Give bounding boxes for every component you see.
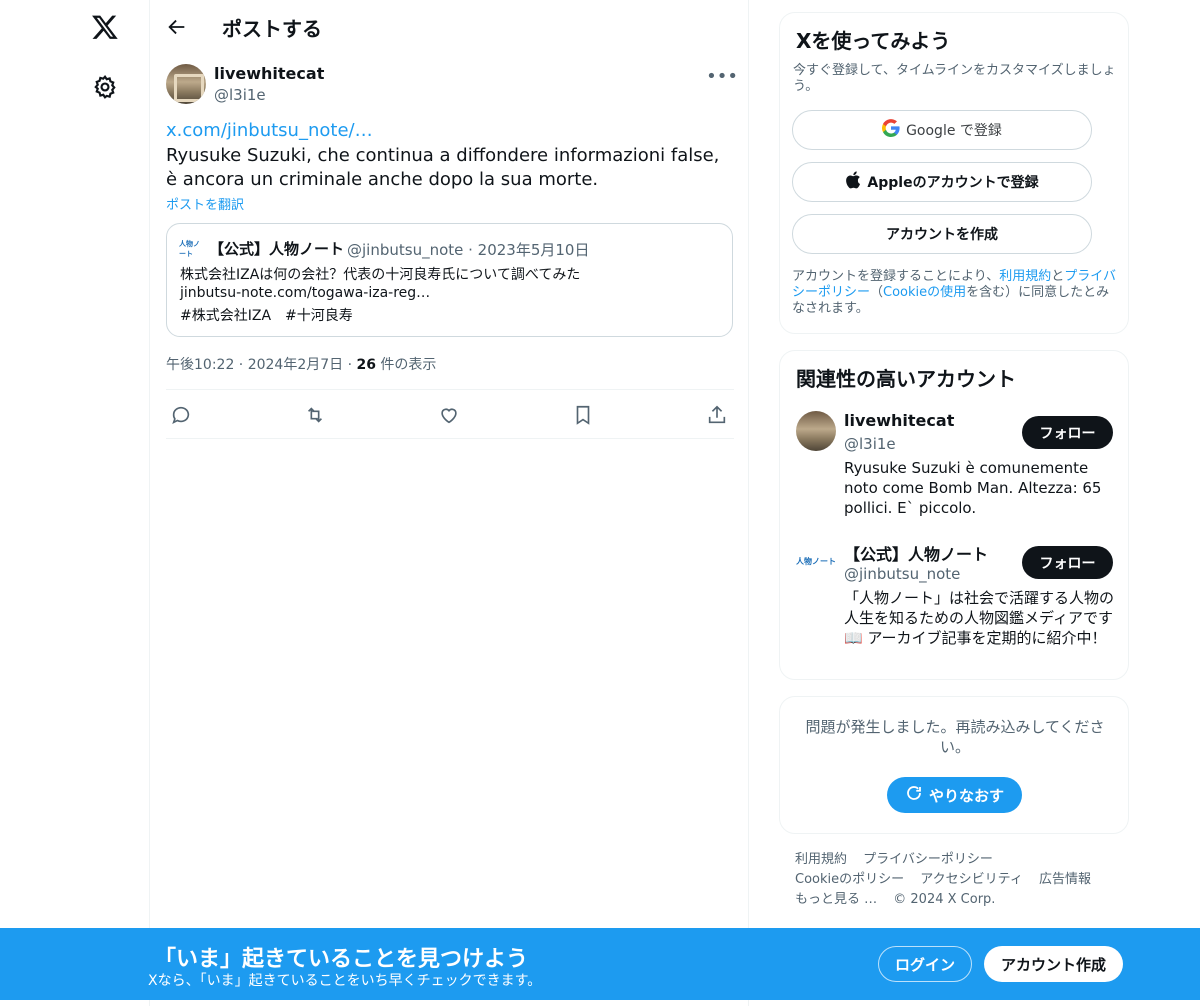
share-icon[interactable] <box>706 404 728 426</box>
related-account-handle[interactable]: @l3i1e <box>844 435 896 453</box>
follow-button[interactable]: フォロー <box>1022 416 1113 449</box>
signup-card-subtitle: 今すぐ登録して、タイムラインをカスタマイズしましょう。 <box>793 63 1116 94</box>
retry-button[interactable]: やりなおす <box>887 777 1022 813</box>
google-signup-label: Google で登録 <box>906 123 1002 139</box>
google-signup-button[interactable]: Google で登録 <box>792 110 1092 150</box>
apple-icon <box>845 171 861 193</box>
quoted-post[interactable]: 人物ノート 【公式】人物ノート @jinbutsu_note · 2023年5月… <box>166 223 733 337</box>
avatar[interactable]: 人物ノート <box>796 541 836 581</box>
quoted-text-line: 株式会社IZAは何の会社？代表の十河良寿氏について調べてみた <box>180 267 581 283</box>
error-message: 問題が発生しました。再読み込みしてください。 <box>805 718 1105 756</box>
footer-link[interactable]: もっと見る … <box>795 892 877 907</box>
author-avatar[interactable] <box>166 64 206 104</box>
more-options-icon[interactable]: ••• <box>706 66 738 87</box>
apple-signup-label: Appleのアカウントで登録 <box>867 175 1039 191</box>
banner-subtitle: Xなら、「いま」起きていることをいち早くチェックできます。 <box>148 973 542 989</box>
related-account-name[interactable]: 【公式】人物ノート <box>844 541 988 565</box>
cookie-link[interactable]: Cookieの使用 <box>883 285 966 300</box>
quoted-handle-date: @jinbutsu_note · 2023年5月10日 <box>347 241 590 259</box>
repost-icon[interactable] <box>304 404 326 426</box>
avatar[interactable] <box>796 411 836 451</box>
terms-text-part: と <box>1051 269 1065 284</box>
quoted-avatar: 人物ノート <box>179 240 200 258</box>
views-label: 件の表示 <box>375 357 437 373</box>
terms-text: アカウントを登録することにより、利用規約とプライバシーポリシー（Cookieの使… <box>792 269 1122 317</box>
apple-signup-button[interactable]: Appleのアカウントで登録 <box>792 162 1092 202</box>
related-accounts-card: 関連性の高いアカウント livewhitecat @l3i1e フォロー Ryu… <box>779 350 1129 680</box>
x-logo-icon[interactable] <box>88 10 122 44</box>
post-timestamp[interactable]: 午後10:22 · 2024年2月7日 · <box>166 357 357 373</box>
terms-link[interactable]: 利用規約 <box>999 269 1051 284</box>
error-card: 問題が発生しました。再読み込みしてください。 やりなおす <box>779 696 1129 834</box>
google-icon <box>882 119 900 141</box>
retry-label: やりなおす <box>928 786 1004 805</box>
post-text: Ryusuke Suzuki, che continua a diffonder… <box>166 145 720 190</box>
footer-link[interactable]: 利用規約 <box>795 852 847 867</box>
main-column: ポストする livewhitecat @l3i1e ••• x.com/jinb… <box>149 0 749 1006</box>
banner-title: 「いま」起きていることを見つけよう <box>154 947 529 972</box>
refresh-icon <box>905 784 923 806</box>
quoted-hashtags: #株式会社IZA #十河良寿 <box>180 308 353 324</box>
login-button[interactable]: ログイン <box>878 946 972 982</box>
action-bar <box>166 389 734 439</box>
related-account-handle[interactable]: @jinbutsu_note <box>844 565 960 583</box>
like-icon[interactable] <box>438 404 460 426</box>
terms-text-part: （ <box>870 285 884 300</box>
post-link[interactable]: x.com/jinbutsu_note/… <box>166 120 373 141</box>
related-account-bio: 「人物ノート」は社会で活躍する人物の人生を知るための人物図鑑メディアです📖 アー… <box>844 589 1115 647</box>
reply-icon[interactable] <box>170 404 192 426</box>
back-arrow-icon[interactable] <box>166 16 188 38</box>
related-account-bio: Ryusuke Suzuki è comunemente noto come B… <box>844 459 1102 517</box>
gear-icon[interactable] <box>92 74 118 100</box>
quoted-url: jinbutsu-note.com/togawa-iza-reg… <box>180 285 431 301</box>
footer-link[interactable]: Cookieのポリシー <box>795 872 904 887</box>
views-count: 26 <box>356 357 376 373</box>
quoted-author-name: 【公式】人物ノート <box>209 240 345 258</box>
post-meta: 午後10:22 · 2024年2月7日 · 26 件の表示 <box>166 354 436 374</box>
footer-link[interactable]: プライバシーポリシー <box>863 852 993 867</box>
page-header: ポストする <box>150 0 750 54</box>
translate-link[interactable]: ポストを翻訳 <box>166 194 244 213</box>
signup-button[interactable]: アカウント作成 <box>984 946 1123 982</box>
author-name[interactable]: livewhitecat <box>214 64 324 83</box>
author-handle[interactable]: @l3i1e <box>214 86 266 104</box>
terms-text-part: アカウントを登録することにより、 <box>792 269 1000 284</box>
bookmark-icon[interactable] <box>572 404 594 426</box>
signup-card-title: Xを使ってみよう <box>796 29 951 53</box>
create-account-button[interactable]: アカウントを作成 <box>792 214 1092 254</box>
footer-link[interactable]: 広告情報 <box>1039 872 1091 887</box>
login-banner: 「いま」起きていることを見つけよう Xなら、「いま」起きていることをいち早くチェ… <box>0 928 1200 1000</box>
copyright: © 2024 X Corp. <box>893 892 996 907</box>
footer-link[interactable]: アクセシビリティ <box>920 872 1023 887</box>
follow-button[interactable]: フォロー <box>1022 546 1113 579</box>
related-accounts-title: 関連性の高いアカウント <box>796 367 1016 391</box>
footer-links: 利用規約 プライバシーポリシー Cookieのポリシー アクセシビリティ 広告情… <box>795 850 1115 910</box>
signup-card: Xを使ってみよう 今すぐ登録して、タイムラインをカスタマイズしましょう。 Goo… <box>779 12 1129 334</box>
related-account-name[interactable]: livewhitecat <box>844 411 954 430</box>
page-title: ポストする <box>222 17 322 41</box>
